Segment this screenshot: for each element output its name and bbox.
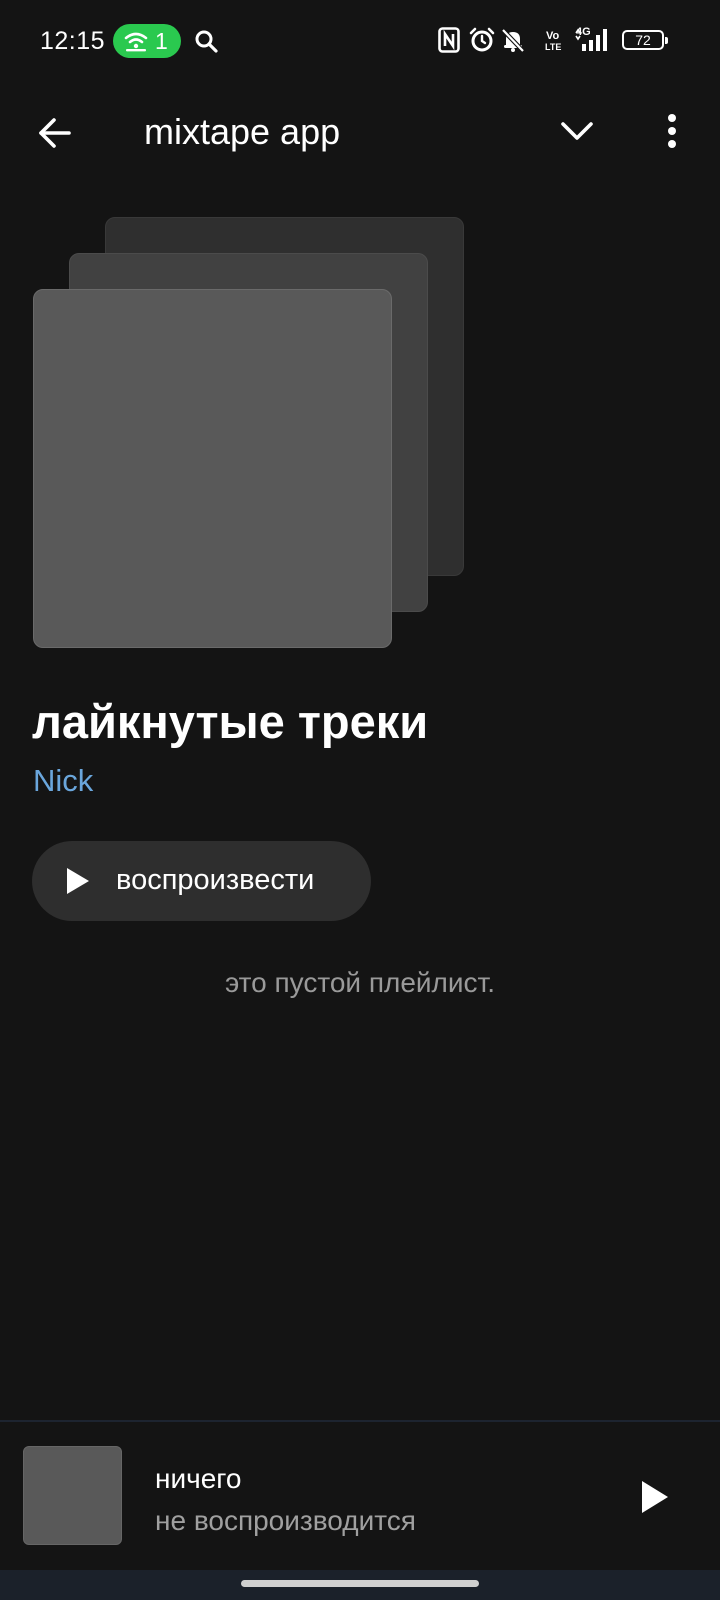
bell-off-icon (501, 28, 525, 53)
empty-playlist-message: это пустой плейлист. (224, 967, 496, 998)
mini-player-subtitle: не воспроизводится (155, 1505, 416, 1536)
app-title: mixtape app (144, 111, 341, 152)
mini-player[interactable]: ничего не воспроизводится (0, 1420, 720, 1572)
status-bar: 12:15 1 Vo LTE 4G 72 (0, 0, 720, 84)
gesture-handle[interactable] (241, 1580, 479, 1587)
collapse-button[interactable] (552, 106, 602, 156)
battery-level: 72 (635, 32, 651, 48)
nfc-icon (438, 27, 460, 53)
back-button[interactable] (30, 108, 80, 158)
play-icon (642, 1481, 668, 1513)
play-button-label: воспроизвести (116, 864, 315, 896)
more-options-button[interactable] (648, 106, 696, 156)
playlist-owner-link[interactable]: Nick (33, 762, 93, 800)
chevron-down-icon (561, 122, 593, 140)
hotspot-indicator[interactable]: 1 (113, 24, 181, 58)
mini-player-title: ничего (155, 1463, 242, 1494)
arrow-left-icon (39, 118, 71, 148)
navigation-bar (0, 1570, 720, 1600)
hotspot-count: 1 (155, 28, 168, 54)
battery-indicator: 72 (622, 30, 668, 50)
app-bar: mixtape app (0, 84, 720, 180)
mini-player-play-button[interactable] (630, 1472, 680, 1522)
playlist-title: лайкнутые треки (32, 695, 429, 748)
signal-icon (575, 28, 607, 51)
alarm-icon (469, 27, 495, 52)
volte-bottom: LTE (545, 42, 562, 52)
search-icon[interactable] (194, 29, 218, 53)
mini-player-artwork (23, 1446, 122, 1545)
status-time: 12:15 (40, 27, 106, 55)
more-vertical-icon (668, 114, 676, 148)
hotspot-icon (124, 32, 148, 52)
play-playlist-button[interactable]: воспроизвести (32, 841, 371, 921)
playlist-cover (33, 289, 392, 648)
volte-top: Vo (546, 30, 560, 42)
play-icon (67, 868, 89, 894)
